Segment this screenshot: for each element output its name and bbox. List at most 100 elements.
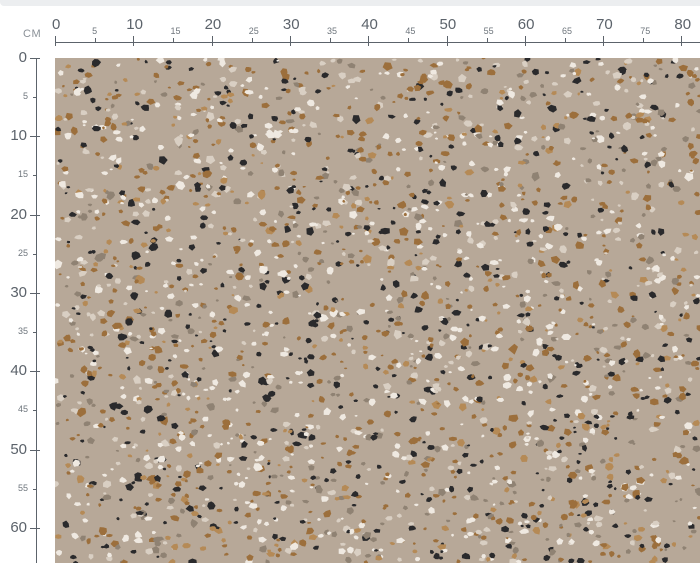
terrazzo-chip bbox=[617, 554, 621, 558]
terrazzo-chip bbox=[120, 334, 128, 341]
terrazzo-chip bbox=[168, 497, 176, 505]
terrazzo-chip bbox=[247, 242, 254, 248]
terrazzo-chip bbox=[84, 72, 93, 78]
terrazzo-chip bbox=[278, 489, 282, 493]
terrazzo-chip bbox=[138, 386, 142, 390]
terrazzo-chip bbox=[347, 253, 355, 259]
ruler-top-label-45: 45 bbox=[405, 26, 416, 36]
terrazzo-chip bbox=[262, 321, 271, 328]
terrazzo-chip bbox=[544, 398, 552, 405]
terrazzo-chip bbox=[687, 142, 694, 150]
terrazzo-chip bbox=[333, 375, 341, 381]
ruler-left-label-55: 55 bbox=[17, 482, 28, 493]
terrazzo-chip bbox=[74, 92, 82, 96]
terrazzo-chip bbox=[201, 338, 208, 344]
terrazzo-chip bbox=[479, 417, 488, 424]
terrazzo-chip bbox=[455, 87, 463, 93]
terrazzo-chip bbox=[252, 401, 256, 404]
terrazzo-chip bbox=[596, 358, 600, 361]
terrazzo-chip bbox=[199, 268, 207, 274]
terrazzo-chip bbox=[73, 291, 82, 297]
terrazzo-chip bbox=[608, 169, 615, 175]
terrazzo-chip bbox=[395, 137, 402, 143]
terrazzo-chip bbox=[467, 94, 473, 98]
terrazzo-chip bbox=[170, 261, 177, 266]
terrazzo-chip bbox=[95, 106, 102, 112]
terrazzo-chip bbox=[298, 357, 302, 360]
terrazzo-chip bbox=[575, 241, 585, 249]
terrazzo-chip bbox=[157, 464, 164, 470]
terrazzo-chip bbox=[444, 200, 455, 209]
terrazzo-chip bbox=[423, 468, 428, 473]
ruler-top-label-55: 55 bbox=[483, 26, 494, 36]
terrazzo-chip bbox=[688, 535, 693, 538]
terrazzo-chip bbox=[290, 453, 294, 456]
terrazzo-chip bbox=[274, 500, 280, 504]
terrazzo-chip bbox=[145, 261, 151, 267]
terrazzo-chip bbox=[492, 302, 498, 307]
terrazzo-chip bbox=[611, 323, 618, 327]
ruler-left-label-15: 15 bbox=[17, 169, 28, 180]
terrazzo-chip bbox=[631, 192, 640, 201]
terrazzo-chip bbox=[662, 343, 669, 347]
terrazzo-chip bbox=[668, 117, 677, 123]
terrazzo-chip bbox=[337, 461, 343, 467]
ruler-top-minor-tick bbox=[486, 38, 488, 43]
terrazzo-chip bbox=[573, 426, 577, 429]
terrazzo-chip bbox=[340, 542, 346, 546]
terrazzo-chip bbox=[442, 233, 448, 238]
terrazzo-chip bbox=[233, 198, 242, 205]
terrazzo-chip bbox=[271, 242, 280, 247]
terrazzo-chip bbox=[278, 120, 286, 125]
terrazzo-chip bbox=[327, 379, 332, 384]
terrazzo-chip bbox=[623, 321, 631, 329]
terrazzo-chip bbox=[179, 364, 189, 369]
terrazzo-chip bbox=[664, 73, 669, 79]
terrazzo-chip bbox=[558, 288, 564, 293]
terrazzo-chip bbox=[344, 367, 348, 370]
terrazzo-chip bbox=[213, 287, 218, 290]
terrazzo-chip bbox=[280, 505, 288, 512]
terrazzo-chip bbox=[525, 152, 530, 156]
terrazzo-chip bbox=[429, 63, 438, 68]
terrazzo-chip bbox=[215, 299, 219, 302]
terrazzo-chip bbox=[245, 422, 252, 426]
terrazzo-chip bbox=[324, 477, 330, 483]
terrazzo-chip bbox=[296, 210, 301, 215]
terrazzo-chip bbox=[596, 351, 600, 354]
terrazzo-chip bbox=[644, 496, 653, 502]
terrazzo-chip bbox=[510, 470, 517, 475]
terrazzo-chip bbox=[358, 522, 366, 529]
terrazzo-chip bbox=[164, 367, 169, 370]
terrazzo-chip bbox=[87, 296, 92, 299]
ruler-top-label-20: 20 bbox=[204, 16, 222, 33]
terrazzo-chip bbox=[264, 122, 273, 129]
terrazzo-chip bbox=[577, 232, 583, 238]
ruler-left-major-tick bbox=[30, 371, 40, 373]
terrazzo-chip bbox=[476, 66, 482, 72]
terrazzo-chip bbox=[641, 151, 648, 156]
terrazzo-chip bbox=[209, 311, 216, 318]
terrazzo-chip bbox=[569, 62, 577, 68]
terrazzo-chip bbox=[317, 518, 322, 521]
terrazzo-chip bbox=[116, 517, 120, 521]
terrazzo-chip bbox=[475, 379, 485, 386]
ruler-top-major-tick bbox=[55, 36, 56, 46]
terrazzo-chip bbox=[388, 317, 395, 322]
ruler-top-label-50: 50 bbox=[439, 16, 457, 33]
terrazzo-chip bbox=[621, 144, 629, 153]
terrazzo-chip bbox=[442, 499, 446, 503]
terrazzo-chip bbox=[642, 194, 652, 203]
terrazzo-chip bbox=[200, 215, 209, 221]
terrazzo-chip bbox=[65, 463, 72, 469]
terrazzo-chip bbox=[206, 403, 215, 411]
terrazzo-chip bbox=[611, 523, 619, 529]
terrazzo-chip bbox=[240, 83, 245, 87]
terrazzo-chip bbox=[176, 276, 182, 282]
terrazzo-chip bbox=[613, 453, 620, 457]
terrazzo-chip bbox=[685, 392, 692, 396]
terrazzo-chip bbox=[625, 469, 632, 475]
terrazzo-chip bbox=[687, 377, 693, 382]
terrazzo-chip bbox=[165, 228, 172, 233]
terrazzo-chip bbox=[434, 445, 441, 453]
